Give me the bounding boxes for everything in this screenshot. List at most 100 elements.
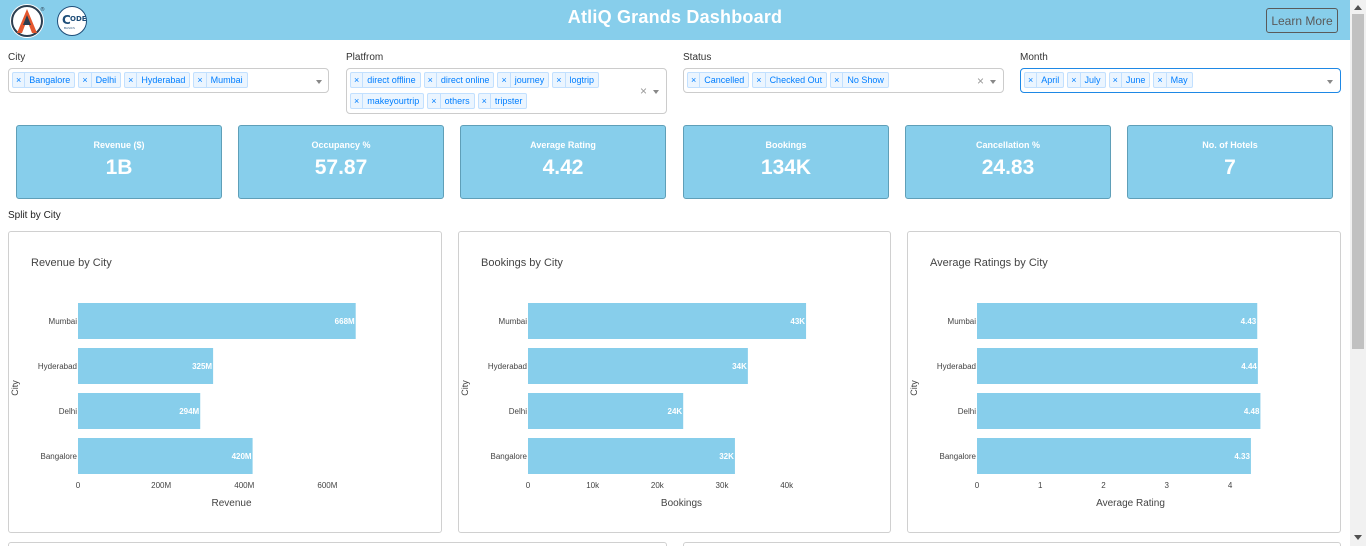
- filter-chip: × Checked Out: [752, 72, 828, 88]
- bar-bangalore: [528, 438, 735, 474]
- ratings-by-city-chart[interactable]: Average Ratings by City Mumbai 4.43 Hyderab…: [907, 231, 1341, 533]
- chip-label: June: [1125, 75, 1146, 85]
- chip-label: Bangalore: [29, 75, 71, 85]
- remove-chip-icon[interactable]: ×: [831, 73, 844, 87]
- kpi-label: Average Rating: [530, 140, 596, 150]
- category-label: Delhi: [509, 407, 527, 416]
- bookings-by-city-chart[interactable]: Bookings by City Mumbai 43K Hyderabad 34K Del…: [458, 231, 891, 533]
- category-label: Delhi: [958, 407, 976, 416]
- chip-label: Mumbai: [210, 75, 243, 85]
- kpi-value: 24.83: [981, 156, 1035, 179]
- filter-chip: × Delhi: [78, 72, 122, 88]
- filter-chip: × direct online: [423, 72, 495, 88]
- dropdown-arrow-icon[interactable]: [1327, 80, 1333, 84]
- remove-chip-icon[interactable]: ×: [194, 73, 207, 87]
- remove-chip-icon[interactable]: ×: [1110, 73, 1122, 87]
- filter-chip: × April: [1024, 72, 1065, 88]
- clear-icon[interactable]: ×: [977, 74, 984, 88]
- category-label: Hyderabad: [937, 362, 976, 371]
- remove-chip-icon[interactable]: ×: [553, 73, 566, 87]
- remove-chip-icon[interactable]: ×: [479, 94, 491, 108]
- filter-chip: × journey: [497, 72, 550, 88]
- platform-filter-label: Platfrom: [346, 52, 384, 63]
- chip-label: others: [444, 96, 470, 106]
- remove-chip-icon[interactable]: ×: [425, 73, 437, 87]
- vertical-scrollbar[interactable]: [1350, 0, 1366, 546]
- filter-chip: × tripster: [477, 93, 528, 109]
- dropdown-arrow-icon[interactable]: [653, 90, 659, 94]
- remove-chip-icon[interactable]: ×: [1154, 73, 1167, 87]
- revenue-by-city-chart[interactable]: Revenue by City Mumbai 668M Hyderabad 325M De…: [8, 231, 442, 533]
- remove-chip-icon[interactable]: ×: [1068, 73, 1081, 87]
- learn-more-button[interactable]: Learn More: [1266, 8, 1338, 33]
- x-tick-label: 600M: [317, 481, 337, 490]
- remove-chip-icon[interactable]: ×: [351, 73, 364, 87]
- dropdown-arrow-icon[interactable]: [990, 80, 996, 84]
- platform-chip-list: × direct offline × direct online × journey × lo…: [350, 72, 635, 114]
- bar-mumbai: [528, 303, 807, 339]
- status-dropdown[interactable]: × Cancelled × Checked Out × No Show ×: [683, 68, 1004, 93]
- filter-chip: × direct offline: [350, 72, 421, 88]
- city-dropdown[interactable]: × Bangalore × Delhi × Hyderabad × Mumbai: [8, 68, 329, 93]
- category-label: Hyderabad: [488, 362, 527, 371]
- data-label: 294M: [179, 407, 199, 416]
- bar-hyderabad: [528, 348, 748, 384]
- scroll-up-arrow-icon[interactable]: [1354, 5, 1362, 10]
- remove-chip-icon[interactable]: ×: [1025, 73, 1038, 87]
- x-axis-label: Average Rating: [1096, 498, 1165, 509]
- kpi-card-cancellation: Cancellation % 24.83: [905, 125, 1111, 199]
- remove-chip-icon[interactable]: ×: [79, 73, 92, 87]
- dropdown-arrow-icon[interactable]: [316, 80, 322, 84]
- dashboard-page: ® C ODE BASICS AtliQ Grands Dashboard Le…: [0, 0, 1366, 546]
- clear-icon[interactable]: ×: [640, 84, 647, 98]
- filter-chip: × Hyderabad: [124, 72, 191, 88]
- kpi-card-occupancy: Occupancy % 57.87: [238, 125, 444, 199]
- chip-label: logtrip: [569, 75, 595, 85]
- data-label: 4.48: [1244, 407, 1260, 416]
- chip-label: Hyderabad: [141, 75, 186, 85]
- y-axis-label: City: [10, 380, 20, 396]
- kpi-card-hotels: No. of Hotels 7: [1127, 125, 1333, 199]
- remove-chip-icon[interactable]: ×: [13, 73, 26, 87]
- status-chip-list: × Cancelled × Checked Out × No Show: [687, 72, 892, 93]
- header-bar: ® C ODE BASICS AtliQ Grands Dashboard Le…: [0, 0, 1350, 40]
- remove-chip-icon[interactable]: ×: [351, 94, 364, 108]
- filter-chip: × others: [427, 93, 475, 109]
- chart-title: Bookings by City: [481, 257, 563, 269]
- y-axis-label: City: [460, 380, 470, 396]
- chip-label: No Show: [847, 75, 884, 85]
- category-label: Bangalore: [491, 452, 528, 461]
- bar-bangalore: [78, 438, 253, 474]
- filter-chip: × July: [1067, 72, 1106, 88]
- month-dropdown[interactable]: × April × July × June × May: [1020, 68, 1341, 93]
- remove-chip-icon[interactable]: ×: [428, 94, 441, 108]
- platform-dropdown[interactable]: × direct offline × direct online × journey × lo…: [346, 68, 667, 114]
- x-axis-label: Revenue: [211, 498, 251, 509]
- x-tick-label: 40k: [780, 481, 794, 490]
- scroll-down-arrow-icon[interactable]: [1354, 535, 1362, 540]
- kpi-value: 57.87: [314, 156, 368, 179]
- city-filter-label: City: [8, 52, 26, 63]
- remove-chip-icon[interactable]: ×: [753, 73, 766, 87]
- x-tick-label: 1: [1038, 481, 1043, 490]
- data-label: 24K: [668, 407, 683, 416]
- x-tick-label: 0: [76, 481, 81, 490]
- kpi-label: Bookings: [765, 140, 807, 150]
- data-label: 420M: [232, 452, 252, 461]
- chip-label: journey: [514, 75, 545, 85]
- status-filter-label: Status: [683, 52, 712, 63]
- x-tick-label: 20k: [651, 481, 665, 490]
- chip-label: July: [1084, 75, 1101, 85]
- chip-label: May: [1170, 75, 1188, 85]
- remove-chip-icon[interactable]: ×: [688, 73, 701, 87]
- kpi-label: No. of Hotels: [1202, 140, 1258, 150]
- scroll-thumb[interactable]: [1352, 14, 1364, 349]
- kpi-value: 7: [1224, 156, 1236, 179]
- remove-chip-icon[interactable]: ×: [498, 73, 511, 87]
- chart-svg: Revenue by City Mumbai 668M Hyderabad 325M De…: [10, 257, 356, 509]
- category-label: Mumbai: [948, 317, 977, 326]
- filter-chip: × May: [1153, 72, 1193, 88]
- category-label: Delhi: [59, 407, 77, 416]
- chip-label: April: [1041, 75, 1060, 85]
- remove-chip-icon[interactable]: ×: [125, 73, 138, 87]
